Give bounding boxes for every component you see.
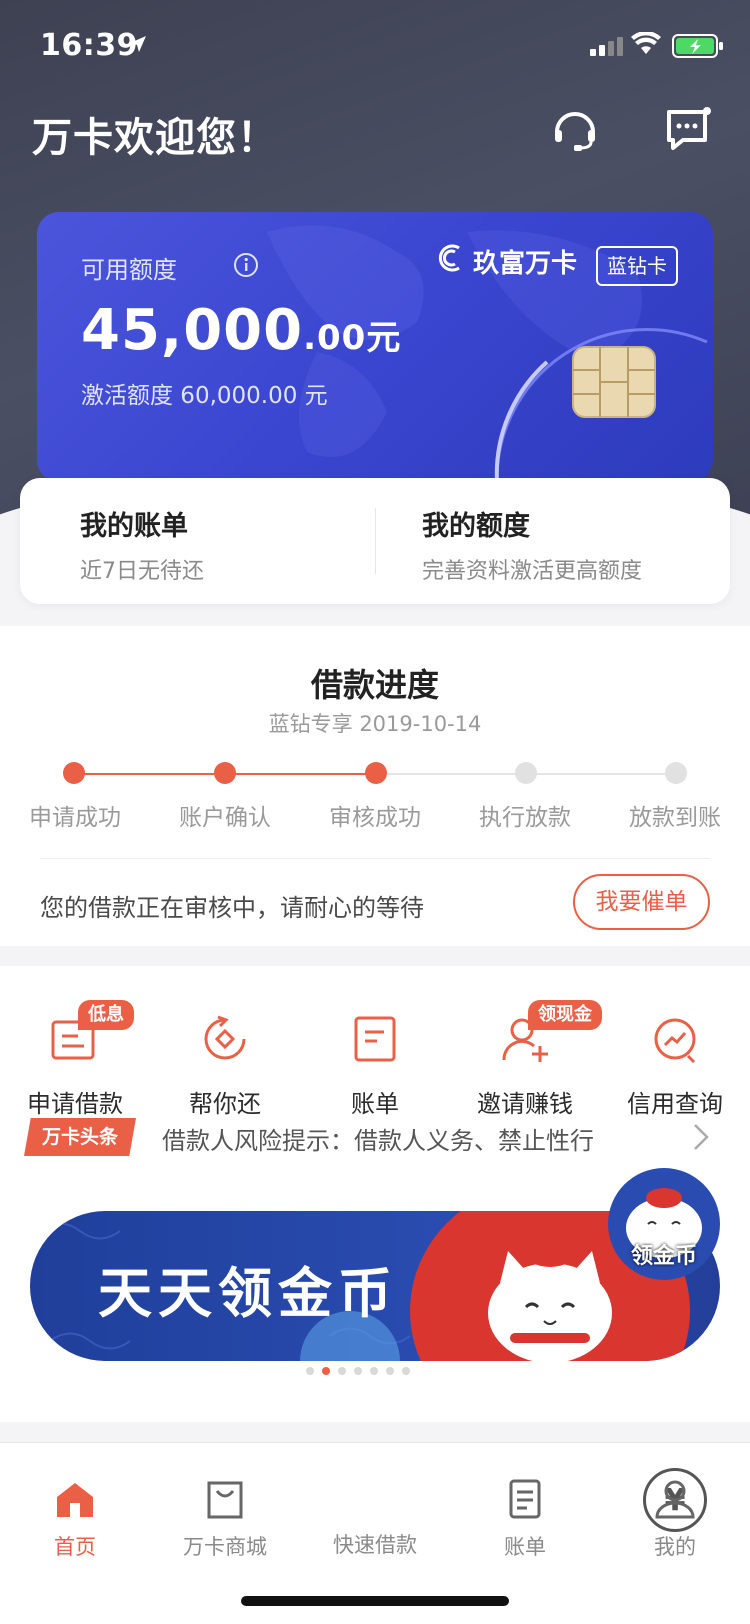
progress-dot bbox=[365, 762, 387, 784]
page-dot bbox=[338, 1367, 346, 1375]
location-arrow-icon bbox=[128, 34, 148, 58]
tab-label: 首页 bbox=[54, 1535, 96, 1559]
shopping-bag-icon bbox=[207, 1481, 243, 1519]
page-dot bbox=[402, 1367, 410, 1375]
service-label: 邀请赚钱 bbox=[477, 1090, 573, 1118]
status-time: 16:39 bbox=[40, 28, 138, 63]
brand: 玖富万卡 bbox=[435, 242, 577, 281]
progress-message: 您的借款正在审核中，请耐心的等待 bbox=[40, 894, 424, 922]
service-credit-query[interactable]: 信用查询 bbox=[600, 996, 750, 1119]
my-bill-title: 我的账单 bbox=[80, 511, 188, 542]
brand-logo-icon bbox=[435, 242, 467, 281]
card-tier-badge: 蓝钻卡 bbox=[596, 246, 678, 286]
page-dot-active bbox=[322, 1367, 330, 1375]
tab-home[interactable]: 首页 bbox=[0, 1479, 150, 1561]
available-credit-amount: 45,000.00元 bbox=[81, 298, 401, 363]
my-quota-entry[interactable]: 我的额度 完善资料激活更高额度 bbox=[422, 504, 642, 585]
low-interest-badge: 低息 bbox=[78, 1000, 134, 1030]
activated-credit: 激活额度 60,000.00 元 bbox=[81, 383, 328, 409]
status-bar: 16:39 bbox=[0, 24, 750, 68]
service-label: 账单 bbox=[351, 1090, 399, 1118]
progress-step-label: 执行放款 bbox=[479, 805, 571, 831]
tab-mine[interactable]: 我的 bbox=[600, 1479, 750, 1561]
my-bill-subtitle: 近7日无待还 bbox=[80, 559, 204, 584]
banner-title: 天天领金币 bbox=[98, 1261, 398, 1325]
tab-quick-loan[interactable]: ¥ 快速借款 bbox=[300, 1457, 718, 1559]
tab-label: 万卡商城 bbox=[183, 1535, 267, 1559]
progress-dot bbox=[665, 762, 687, 784]
page-dot bbox=[370, 1367, 378, 1375]
news-text: 借款人风险提示：借款人义务、禁止性行 bbox=[162, 1127, 594, 1155]
urge-button[interactable]: 我要催单 bbox=[573, 874, 710, 930]
progress-dot bbox=[63, 762, 85, 784]
divider bbox=[40, 858, 710, 859]
wifi-icon bbox=[631, 31, 661, 60]
welcome-title: 万卡欢迎您！ bbox=[32, 115, 278, 161]
tab-mall[interactable]: 万卡商城 bbox=[150, 1479, 300, 1561]
bill-icon bbox=[300, 996, 450, 1064]
card-chip-icon bbox=[572, 346, 656, 422]
banner-pagination bbox=[306, 1367, 410, 1375]
progress-dot bbox=[515, 762, 537, 784]
cellular-signal-icon bbox=[590, 36, 624, 60]
service-label: 申请借款 bbox=[27, 1090, 123, 1118]
credit-query-icon bbox=[600, 996, 750, 1064]
lucky-cat-icon bbox=[470, 1221, 630, 1361]
headset-icon[interactable] bbox=[552, 106, 598, 156]
account-summary: 我的账单 近7日无待还 我的额度 完善资料激活更高额度 bbox=[20, 478, 730, 604]
available-credit-label: 可用额度 bbox=[81, 256, 177, 284]
progress-step-label: 申请成功 bbox=[29, 805, 121, 831]
bill-icon bbox=[509, 1479, 541, 1519]
news-tag: 万卡头条 bbox=[24, 1118, 136, 1156]
page-dot bbox=[306, 1367, 314, 1375]
my-quota-subtitle: 完善资料激活更高额度 bbox=[422, 559, 643, 584]
amount-integer: 45,000 bbox=[81, 298, 304, 363]
info-icon[interactable] bbox=[233, 252, 259, 282]
repay-help-icon bbox=[150, 996, 300, 1064]
home-indicator bbox=[241, 1596, 509, 1606]
service-label: 信用查询 bbox=[627, 1090, 723, 1118]
tab-label: 我的 bbox=[654, 1535, 696, 1559]
tab-bill[interactable]: 账单 bbox=[450, 1479, 600, 1561]
service-bill[interactable]: 账单 bbox=[300, 996, 450, 1119]
progress-subtitle: 蓝钻专享 2019-10-14 bbox=[268, 712, 482, 736]
chat-bubble-icon[interactable] bbox=[665, 106, 713, 156]
brand-name: 玖富万卡 bbox=[473, 249, 578, 279]
chevron-right-icon bbox=[692, 1122, 710, 1156]
news-ticker[interactable]: 万卡头条 借款人风险提示：借款人义务、禁止性行 bbox=[24, 1118, 724, 1158]
page-dot bbox=[354, 1367, 362, 1375]
get-cash-badge: 领现金 bbox=[528, 1000, 602, 1030]
credit-card[interactable]: 可用额度 45,000.00元 激活额度 60,000.00 元 玖富万卡 蓝钻… bbox=[37, 212, 713, 482]
progress-step-label: 审核成功 bbox=[329, 805, 421, 831]
profile-icon bbox=[655, 1480, 695, 1519]
amount-unit: 元 bbox=[366, 318, 402, 358]
page-dot bbox=[386, 1367, 394, 1375]
progress-title: 借款进度 bbox=[310, 666, 439, 704]
my-bill-entry[interactable]: 我的账单 近7日无待还 bbox=[80, 504, 204, 585]
home-icon bbox=[57, 1483, 93, 1517]
floating-label: 领金币 bbox=[630, 1243, 697, 1269]
amount-decimal: .00 bbox=[303, 318, 367, 358]
divider bbox=[375, 508, 376, 574]
loan-progress-section: 借款进度 蓝钻专享 2019-10-14 申请成功 账户确认 审核成功 执行放款… bbox=[0, 626, 750, 946]
progress-step-label: 放款到账 bbox=[629, 805, 721, 831]
tab-label: 账单 bbox=[504, 1535, 546, 1559]
battery-charging-icon bbox=[672, 34, 724, 62]
tab-label: 快速借款 bbox=[333, 1533, 417, 1557]
service-label: 帮你还 bbox=[189, 1090, 261, 1118]
floating-gold-coin-button[interactable]: 领金币 bbox=[608, 1168, 720, 1280]
service-help-repay[interactable]: 帮你还 bbox=[150, 996, 300, 1119]
my-quota-title: 我的额度 bbox=[422, 511, 530, 542]
progress-step-label: 账户确认 bbox=[179, 805, 271, 831]
progress-dot bbox=[214, 762, 236, 784]
